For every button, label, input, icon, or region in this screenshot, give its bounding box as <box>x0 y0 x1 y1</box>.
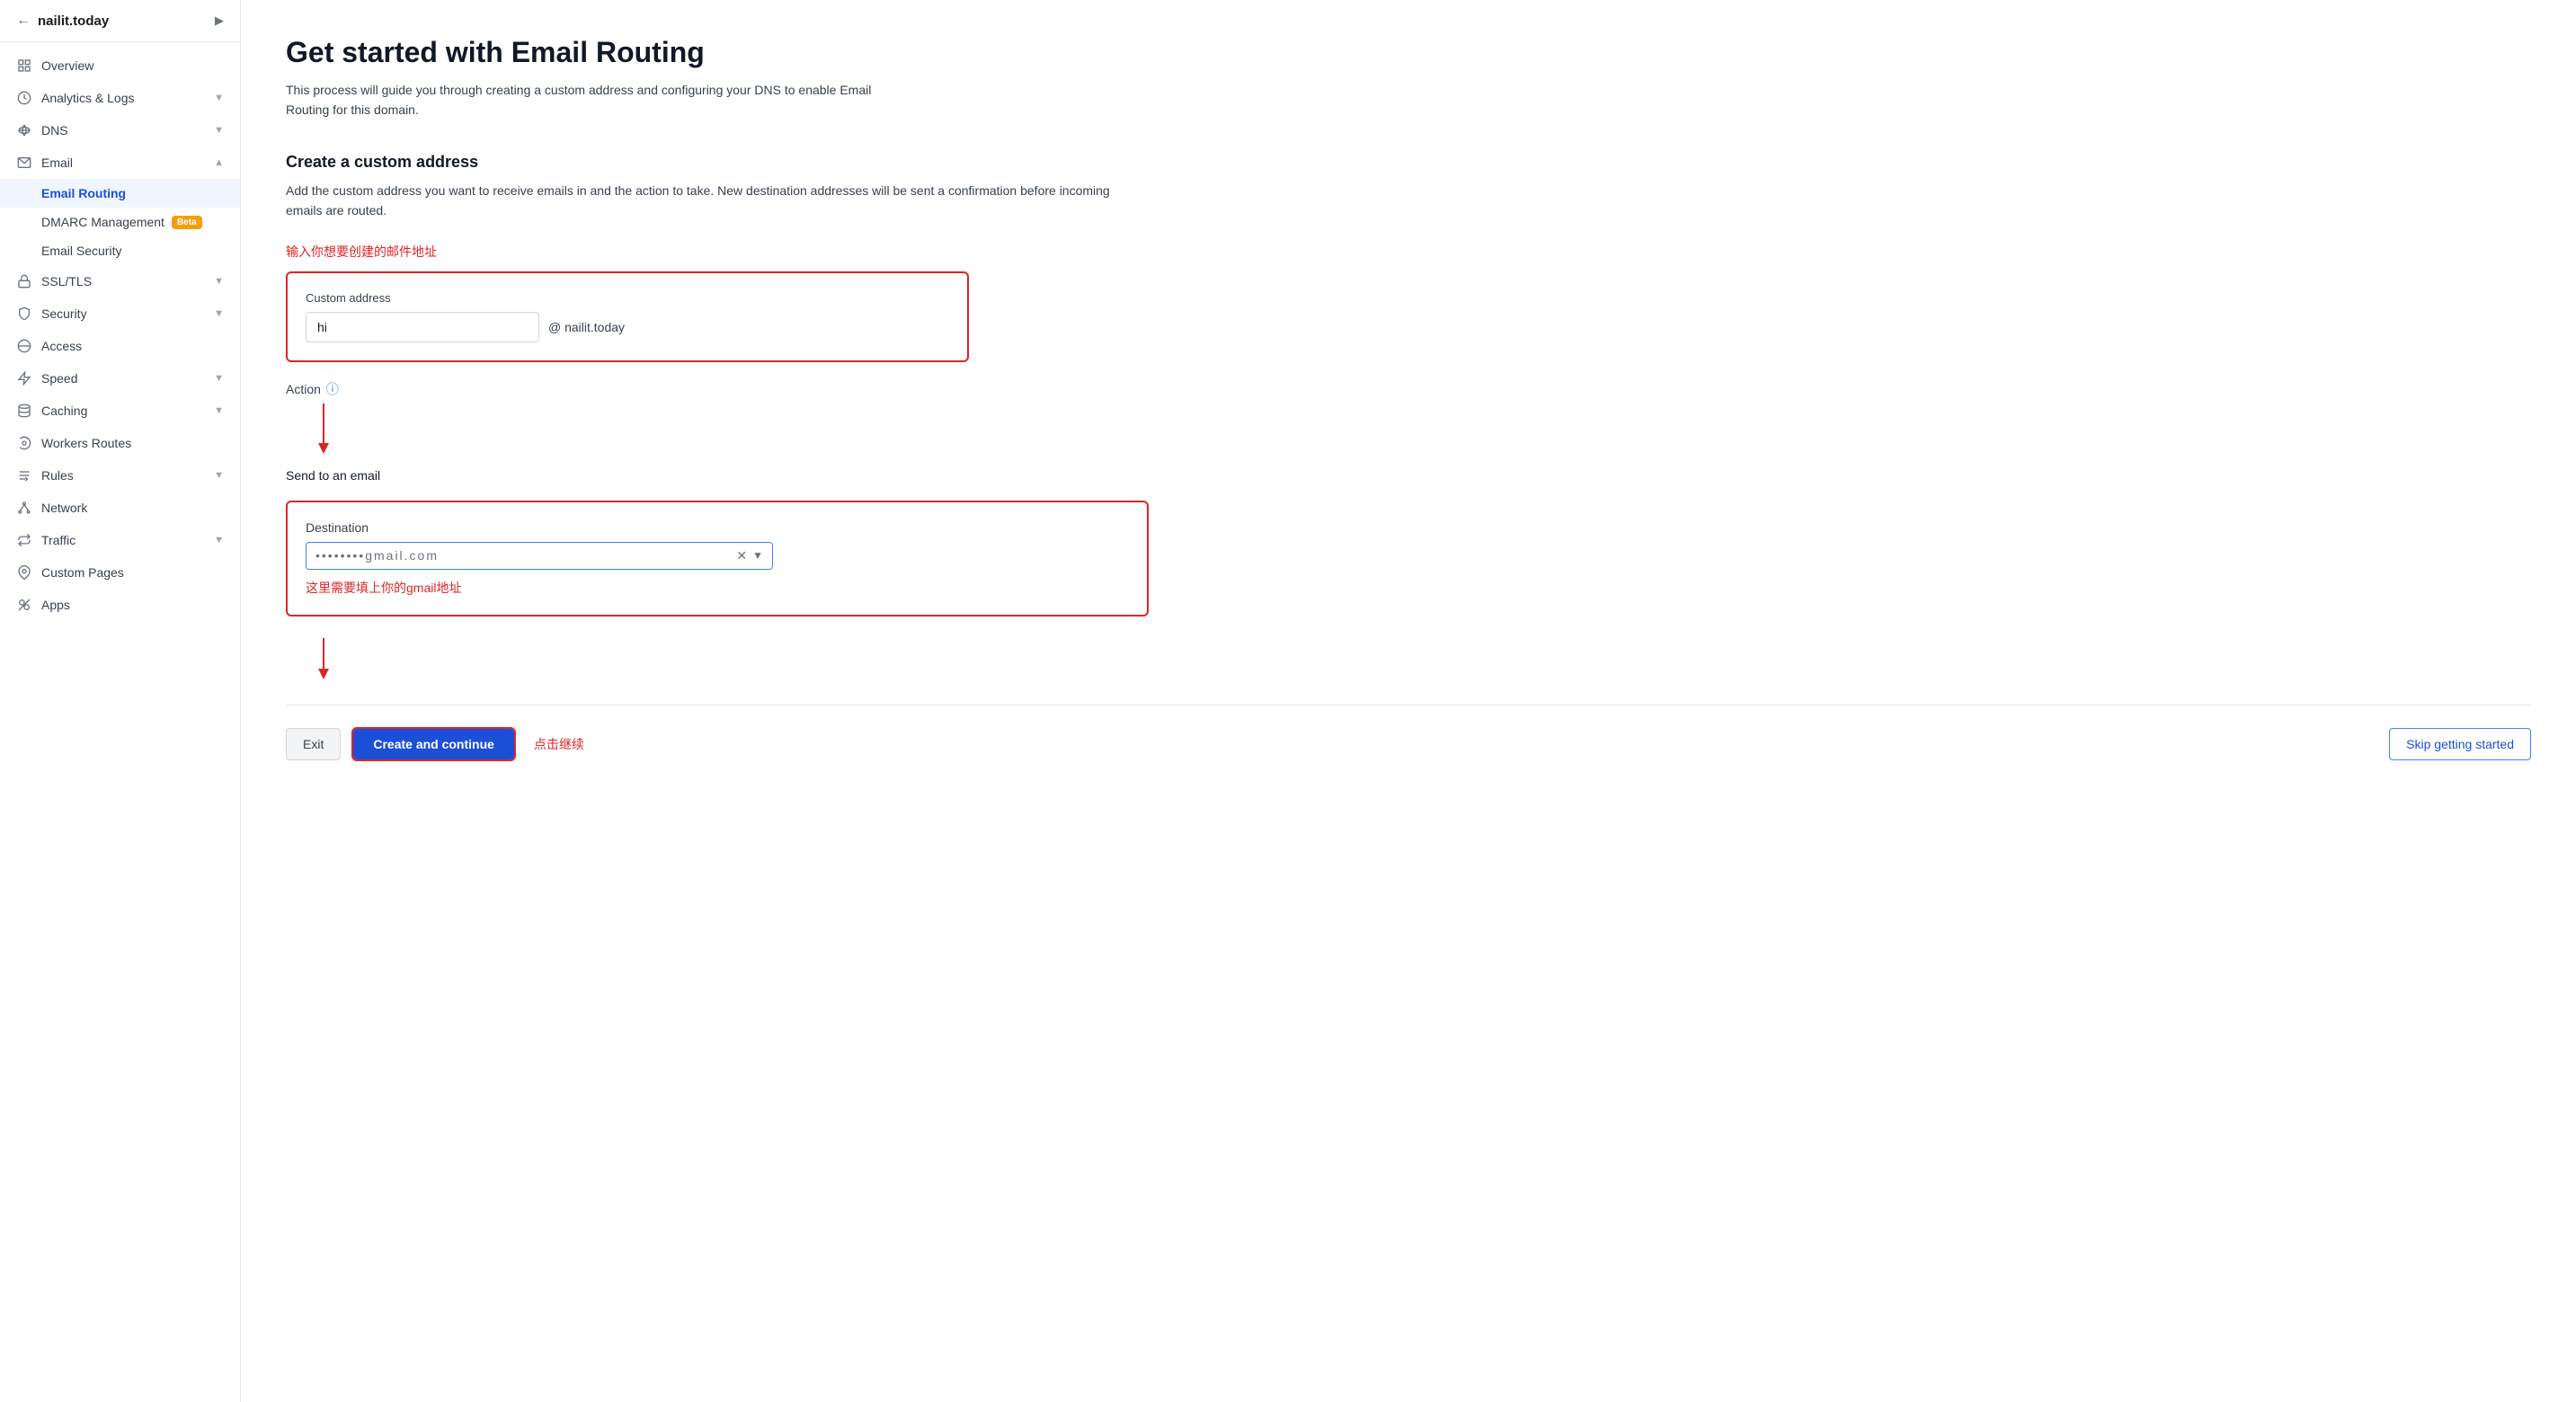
sidebar-item-overview[interactable]: Overview <box>0 49 240 82</box>
section-description: Add the custom address you want to recei… <box>286 181 1140 221</box>
domain-header[interactable]: ← nailit.today ▶ <box>0 0 240 42</box>
create-button-wrapper: Create and continue <box>351 727 516 761</box>
email-icon <box>16 155 32 171</box>
sidebar-item-access[interactable]: Access <box>0 330 240 362</box>
exit-button[interactable]: Exit <box>286 728 341 760</box>
sidebar-item-dmarc[interactable]: DMARC Management Beta <box>0 208 240 236</box>
action-value: Send to an email <box>286 468 969 483</box>
sidebar-sub-label-dmarc: DMARC Management <box>41 215 164 229</box>
dns-icon <box>16 122 32 138</box>
sidebar-item-email[interactable]: Email ▲ <box>0 146 240 179</box>
domain-name: nailit.today <box>38 13 109 29</box>
destination-select-wrapper[interactable]: ••••••••gmail.com ✕ ▼ <box>306 542 773 570</box>
sidebar-nav: Overview Analytics & Logs ▼ DNS ▼ <box>0 42 240 1402</box>
annotation-create-address: 输入你想要创建的邮件地址 <box>286 243 2531 261</box>
destination-input-value: ••••••••gmail.com <box>315 548 731 563</box>
chevron-right-icon: ▶ <box>215 13 224 28</box>
sidebar-item-apps[interactable]: Apps <box>0 589 240 621</box>
create-continue-button[interactable]: Create and continue <box>353 729 514 759</box>
chevron-down-icon-traffic: ▼ <box>214 535 224 546</box>
sidebar-item-dns[interactable]: DNS ▼ <box>0 114 240 146</box>
action-label: Action <box>286 382 321 396</box>
sidebar-item-email-security[interactable]: Email Security <box>0 236 240 265</box>
skip-button[interactable]: Skip getting started <box>2389 728 2531 760</box>
chevron-down-icon-speed: ▼ <box>214 373 224 384</box>
arrow-down-icon-2 <box>286 638 2531 683</box>
caching-icon <box>16 403 32 419</box>
page-title: Get started with Email Routing <box>286 36 2531 69</box>
chart-icon <box>16 90 32 106</box>
sidebar-item-network[interactable]: Network <box>0 492 240 524</box>
sidebar-item-security[interactable]: Security ▼ <box>0 297 240 330</box>
sidebar-sub-label-email-security: Email Security <box>41 244 121 258</box>
sidebar-item-label-access: Access <box>41 339 82 353</box>
sidebar-sub-label-email-routing: Email Routing <box>41 186 126 200</box>
sidebar-item-label-email: Email <box>41 155 73 170</box>
destination-clear-icon[interactable]: ✕ <box>731 548 752 563</box>
chevron-down-icon-analytics: ▼ <box>214 93 224 103</box>
sidebar-item-caching[interactable]: Caching ▼ <box>0 395 240 427</box>
sidebar-item-label-traffic: Traffic <box>41 533 76 547</box>
sidebar-item-label-caching: Caching <box>41 404 87 418</box>
sidebar-item-traffic[interactable]: Traffic ▼ <box>0 524 240 556</box>
sidebar-item-label-workers: Workers Routes <box>41 436 131 450</box>
network-icon <box>16 500 32 516</box>
grid-icon <box>16 58 32 74</box>
speed-icon <box>16 370 32 386</box>
sidebar-item-label-dns: DNS <box>41 123 68 138</box>
sidebar-item-analytics[interactable]: Analytics & Logs ▼ <box>0 82 240 114</box>
sidebar-item-label-network: Network <box>41 501 87 515</box>
custompages-icon <box>16 564 32 581</box>
page-subtitle: This process will guide you through crea… <box>286 80 915 120</box>
chevron-down-icon-security: ▼ <box>214 308 224 319</box>
sidebar-item-ssl[interactable]: SSL/TLS ▼ <box>0 265 240 297</box>
info-icon[interactable]: ⓘ <box>326 380 339 398</box>
destination-label: Destination <box>306 520 1129 535</box>
section-title: Create a custom address <box>286 153 2531 172</box>
chevron-down-icon-rules: ▼ <box>214 470 224 481</box>
sidebar-item-label-apps: Apps <box>41 598 70 612</box>
chevron-down-icon-dns: ▼ <box>214 125 224 136</box>
sidebar: ← nailit.today ▶ Overview Analytics & Lo… <box>0 0 241 1402</box>
back-arrow-icon: ← <box>16 13 31 29</box>
custom-address-box: Custom address @ nailit.today <box>286 271 969 362</box>
annotation-click: 点击继续 <box>534 735 584 753</box>
workers-icon <box>16 435 32 451</box>
sidebar-item-rules[interactable]: Rules ▼ <box>0 459 240 492</box>
lock-icon <box>16 273 32 289</box>
sidebar-item-label-analytics: Analytics & Logs <box>41 91 135 105</box>
sidebar-item-label-speed: Speed <box>41 371 77 386</box>
custom-address-label: Custom address <box>306 291 949 305</box>
sidebar-item-label-overview: Overview <box>41 58 93 73</box>
sidebar-item-label-ssl: SSL/TLS <box>41 274 92 288</box>
main-content: Get started with Email Routing This proc… <box>241 0 2576 1402</box>
arrow-down-icon <box>286 404 969 457</box>
sidebar-item-label-rules: Rules <box>41 468 74 483</box>
footer-row: Exit Create and continue 点击继续 Skip getti… <box>286 727 2531 761</box>
shield-icon <box>16 306 32 322</box>
chevron-down-icon-ssl: ▼ <box>214 276 224 287</box>
sidebar-item-custompages[interactable]: Custom Pages <box>0 556 240 589</box>
chevron-up-icon-email: ▲ <box>214 157 224 168</box>
annotation-destination: 这里需要填上你的gmail地址 <box>306 579 1129 597</box>
sidebar-item-label-security: Security <box>41 306 87 321</box>
destination-box: Destination ••••••••gmail.com ✕ ▼ 这里需要填上… <box>286 501 1149 617</box>
beta-badge: Beta <box>172 216 202 229</box>
action-section: Action ⓘ Send to an email <box>286 380 969 483</box>
custom-address-input[interactable] <box>306 312 539 342</box>
apps-icon <box>16 597 32 613</box>
destination-chevron-icon[interactable]: ▼ <box>752 549 763 562</box>
sidebar-item-speed[interactable]: Speed ▼ <box>0 362 240 395</box>
sidebar-item-workers[interactable]: Workers Routes <box>0 427 240 459</box>
chevron-down-icon-caching: ▼ <box>214 405 224 416</box>
at-domain-label: @ nailit.today <box>548 320 625 334</box>
sidebar-item-email-routing[interactable]: Email Routing <box>0 179 240 208</box>
traffic-icon <box>16 532 32 548</box>
access-icon <box>16 338 32 354</box>
rules-icon <box>16 467 32 484</box>
sidebar-item-label-custompages: Custom Pages <box>41 565 124 580</box>
